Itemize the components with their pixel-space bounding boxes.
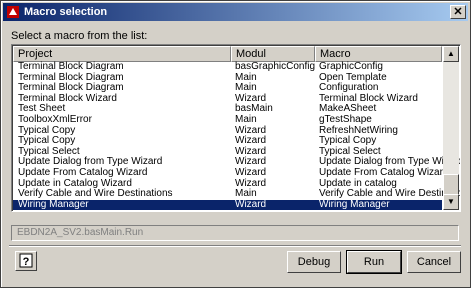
app-icon: [7, 6, 19, 18]
project-cell: Wiring Manager: [18, 198, 89, 210]
selected-macro-path: EBDN2A_SV2.basMain.Run: [11, 225, 459, 241]
cancel-label: Cancel: [416, 256, 452, 268]
column-header-modul[interactable]: Modul: [231, 46, 315, 62]
macro-list[interactable]: Project Modul Macro Terminal Block Diagr…: [11, 44, 461, 212]
macro-cell: Update From Catalog Wizard: [319, 166, 449, 178]
column-header-project[interactable]: Project: [13, 46, 231, 62]
separator: [9, 245, 461, 247]
project-cell: Update From Catalog Wizard: [18, 166, 148, 178]
modul-cell: Wizard: [235, 166, 267, 178]
modul-cell: Wizard: [235, 198, 267, 210]
close-icon: ✕: [453, 6, 463, 18]
column-header-macro[interactable]: Macro: [315, 46, 442, 62]
arrow-up-icon: ▲: [447, 49, 455, 58]
help-button[interactable]: ?: [15, 251, 37, 271]
svg-text:?: ?: [23, 256, 30, 268]
run-button[interactable]: Run: [346, 250, 402, 274]
modul-cell: basGraphicConfig: [235, 61, 316, 72]
macro-rows: Terminal Block Diagram basGraphicConfig Gr…: [13, 61, 460, 211]
table-row[interactable]: Typical Copy Wizard RefreshNetWiring: [13, 125, 442, 137]
help-icon: ?: [19, 253, 33, 268]
project-cell: ToolboxXmlError: [18, 113, 92, 125]
title-bar: Macro selection ✕: [3, 3, 468, 21]
run-label: Run: [363, 256, 385, 268]
cancel-button[interactable]: Cancel: [407, 251, 461, 273]
macro-cell: GraphicConfig: [319, 61, 383, 72]
arrow-down-icon: ▼: [447, 197, 455, 206]
table-row[interactable]: Terminal Block Wizard Wizard Terminal Bloc…: [13, 93, 442, 105]
macro-cell: gTestShape: [319, 113, 372, 125]
debug-label: Debug: [297, 256, 331, 268]
close-button[interactable]: ✕: [450, 5, 466, 19]
table-row[interactable]: ToolboxXmlError Main gTestShape: [13, 113, 442, 126]
macro-selection-dialog: Macro selection ✕ Select a macro from th…: [0, 0, 471, 288]
scroll-up-button[interactable]: ▲: [443, 46, 459, 62]
table-row[interactable]: Wiring Manager Wizard Wiring Manager: [13, 198, 442, 211]
project-cell: Terminal Block Diagram: [18, 61, 124, 72]
window-title: Macro selection: [24, 6, 108, 18]
table-row[interactable]: Update From Catalog Wizard Wizard Update F…: [13, 166, 449, 179]
vertical-scrollbar[interactable]: ▲ ▼: [443, 46, 459, 210]
debug-button[interactable]: Debug: [287, 251, 341, 273]
macro-cell: Wiring Manager: [319, 198, 390, 210]
scroll-down-button[interactable]: ▼: [443, 194, 459, 210]
list-prompt: Select a macro from the list:: [11, 30, 148, 42]
table-row[interactable]: Terminal Block Diagram basGraphicConfig Gr…: [13, 61, 442, 73]
modul-cell: Main: [235, 113, 257, 125]
